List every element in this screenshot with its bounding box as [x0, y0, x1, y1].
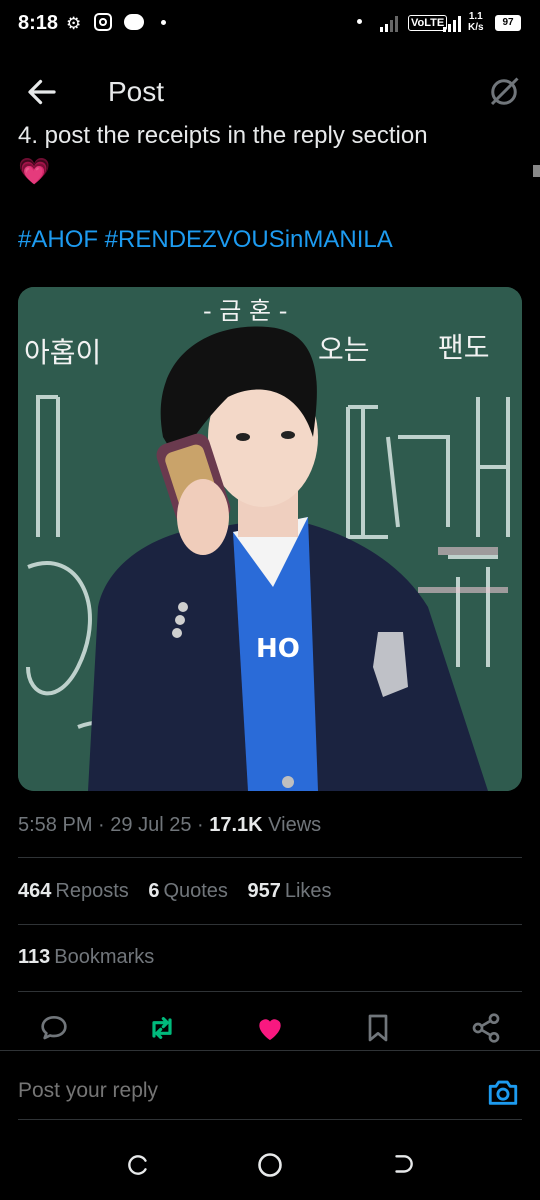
chat-bubble-icon [124, 14, 144, 30]
chalk-word-2: 오는 [318, 333, 370, 366]
instagram-icon [94, 13, 112, 31]
settings-gear-icon: ⚙ [66, 14, 82, 33]
bookmarks-count: 113 [18, 946, 51, 968]
post-photo: - 금 혼 - 아홉이 오는 팬도 HO [18, 287, 522, 791]
bookmark-icon[interactable] [362, 1012, 394, 1044]
divider [18, 924, 522, 925]
divider [18, 991, 522, 992]
notification-dot-icon [161, 20, 166, 25]
share-icon[interactable] [470, 1012, 502, 1044]
reposts-stat[interactable]: 464 Reposts [18, 880, 129, 902]
chalk-title: - 금 혼 - [203, 297, 287, 325]
post-text-line: 4. post the receipts in the reply sectio… [18, 122, 428, 149]
battery-icon: 97 [495, 15, 521, 31]
grok-icon[interactable] [486, 74, 522, 110]
back-icon[interactable] [390, 1152, 416, 1178]
post-meta: 5:58 PM · 29 Jul 25 · 17.1K Views [18, 814, 322, 836]
reply-composer [0, 1050, 540, 1121]
volte-badge: VoLTE [408, 15, 448, 31]
quotes-count: 6 [148, 880, 160, 902]
status-bar: 8:18 ⚙ VoLTE 1.1 K/s 97 [0, 0, 540, 52]
heart-icon[interactable] [254, 1012, 286, 1044]
engagement-stats: 464 Reposts 6 Quotes 957 Likes [18, 880, 332, 903]
divider [18, 857, 522, 858]
page-title: Post [108, 76, 165, 107]
quotes-label: Quotes [163, 880, 228, 902]
post-hashtags[interactable]: #AHOF #RENDEZVOUSinMANILA [18, 226, 393, 254]
recents-icon[interactable] [126, 1152, 152, 1178]
home-icon[interactable] [256, 1151, 284, 1179]
likes-label: Likes [284, 880, 332, 902]
scrollbar-thumb[interactable] [533, 165, 540, 177]
signal-2-icon [443, 16, 461, 32]
reply-divider [18, 1119, 522, 1120]
heart-emoji: 💗 [18, 156, 51, 186]
quotes-stat[interactable]: 6 Quotes [148, 880, 228, 902]
signal-icon [380, 16, 398, 32]
top-app-bar: Post [0, 62, 540, 124]
views-label: Views [268, 814, 322, 836]
reposts-label: Reposts [55, 880, 129, 902]
bookmarks-label: Bookmarks [54, 946, 155, 968]
reply-input[interactable] [18, 1079, 458, 1103]
system-nav-bar [0, 1130, 540, 1200]
repost-icon[interactable] [146, 1012, 178, 1044]
bookmarks-stat[interactable]: 113 Bookmarks [18, 946, 154, 969]
post-image[interactable]: - 금 혼 - 아홉이 오는 팬도 HO [18, 287, 522, 791]
likes-stat[interactable]: 957 Likes [247, 880, 331, 902]
svg-text:HO: HO [256, 634, 300, 664]
reposts-count: 464 [18, 880, 52, 902]
camera-icon[interactable] [486, 1075, 520, 1109]
likes-count: 957 [247, 880, 281, 902]
status-time: 8:18 [18, 12, 59, 34]
views-count: 17.1K [209, 814, 263, 836]
post-time: 5:58 PM [18, 814, 93, 836]
chalk-word-1: 아홉이 [24, 336, 101, 369]
speed-value: 1.1 [468, 11, 483, 22]
back-arrow-icon[interactable] [24, 74, 60, 110]
reply-icon[interactable] [38, 1012, 70, 1044]
speed-unit: K/s [468, 22, 484, 33]
chalk-word-3: 팬도 [438, 331, 490, 364]
hotspot-dot-icon [357, 19, 362, 24]
post-date: 29 Jul 25 [110, 814, 192, 836]
network-speed: 1.1 K/s [468, 11, 484, 33]
